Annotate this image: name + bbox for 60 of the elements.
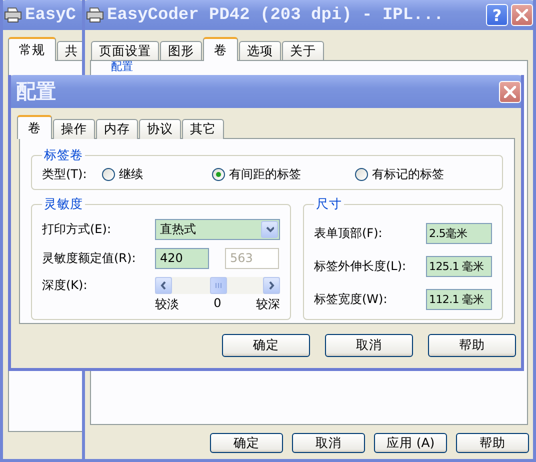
dialog-button[interactable]: 确定 [222,334,310,357]
dialog-button[interactable]: 取消 [325,334,413,357]
tab[interactable]: 协议 [139,119,181,139]
radio-button[interactable] [102,168,115,181]
chevron-icon [159,280,168,291]
tab[interactable]: 共 [57,41,82,61]
group-title: 配置 [111,61,133,73]
input-field[interactable]: 420 [155,248,209,269]
tab[interactable]: 选项 [239,41,281,61]
close-icon [504,86,516,98]
chevron-icon [267,280,276,291]
window-title: EasyCoder PD42 (203 dpi) - IPL... [107,6,445,24]
printer-icon [4,7,22,23]
field-label: 灵敏度额定值(R): [42,250,137,267]
window-title: EasyC [25,6,78,24]
dialog-button[interactable]: 确定 [210,433,283,453]
help-button[interactable]: ? [486,4,508,26]
dialog-button[interactable]: 取消 [292,433,365,453]
field-label: 深度(K): [42,277,88,294]
field-label: 标签宽度(W): [314,291,388,308]
tab[interactable]: 卷 [17,115,52,139]
radio-button[interactable] [212,168,225,181]
dialog-button[interactable]: 应用 (A) [374,433,447,453]
tab[interactable]: 卷 [203,37,238,61]
radio-label: 有间距的标签 [229,166,301,183]
group-title: 标签卷 [43,147,84,164]
tab[interactable]: 操作 [53,119,95,139]
input-field[interactable]: 2.5毫米 [426,223,492,244]
radio-button[interactable] [355,168,368,181]
close-icon [516,9,528,21]
field-label: 类型(T): [42,166,88,183]
scale-label: 较淡 [155,296,179,313]
tab[interactable]: 图形 [160,41,202,61]
dialog-title: 配置 [15,78,57,105]
tab[interactable]: 页面设置 [91,41,159,61]
field-label: 打印方式(E): [42,221,112,238]
group-title: 灵敏度 [43,196,84,213]
scroll-right-button[interactable] [263,277,280,294]
dialog-button[interactable]: 帮助 [456,433,529,453]
group-title: 尺寸 [315,196,343,213]
scroll-left-button[interactable] [155,277,172,294]
chevron-icon [265,224,274,235]
slider-thumb[interactable] [210,277,226,294]
printer-icon [86,7,104,23]
tab[interactable]: 关于 [282,41,324,61]
dialog-button[interactable]: 帮助 [428,334,516,357]
close-button[interactable] [499,80,521,102]
radio-label: 继续 [119,166,143,183]
field-label: 表单顶部(F): [314,225,382,242]
radio-label: 有标记的标签 [372,166,444,183]
input-field[interactable]: 112.1 毫米 [426,289,492,310]
tab[interactable]: 其它 [182,119,224,139]
close-button[interactable] [511,4,533,26]
scale-label: 0 [214,296,222,312]
tab[interactable]: 内存 [96,119,138,139]
dropdown[interactable]: 直热式 [155,219,280,240]
field-label: 标签外伸长度(L): [314,258,406,275]
tab[interactable]: 常规 [8,37,56,61]
scale-label: 较深 [256,296,280,313]
input-field[interactable]: 125.1 毫米 [426,256,492,277]
